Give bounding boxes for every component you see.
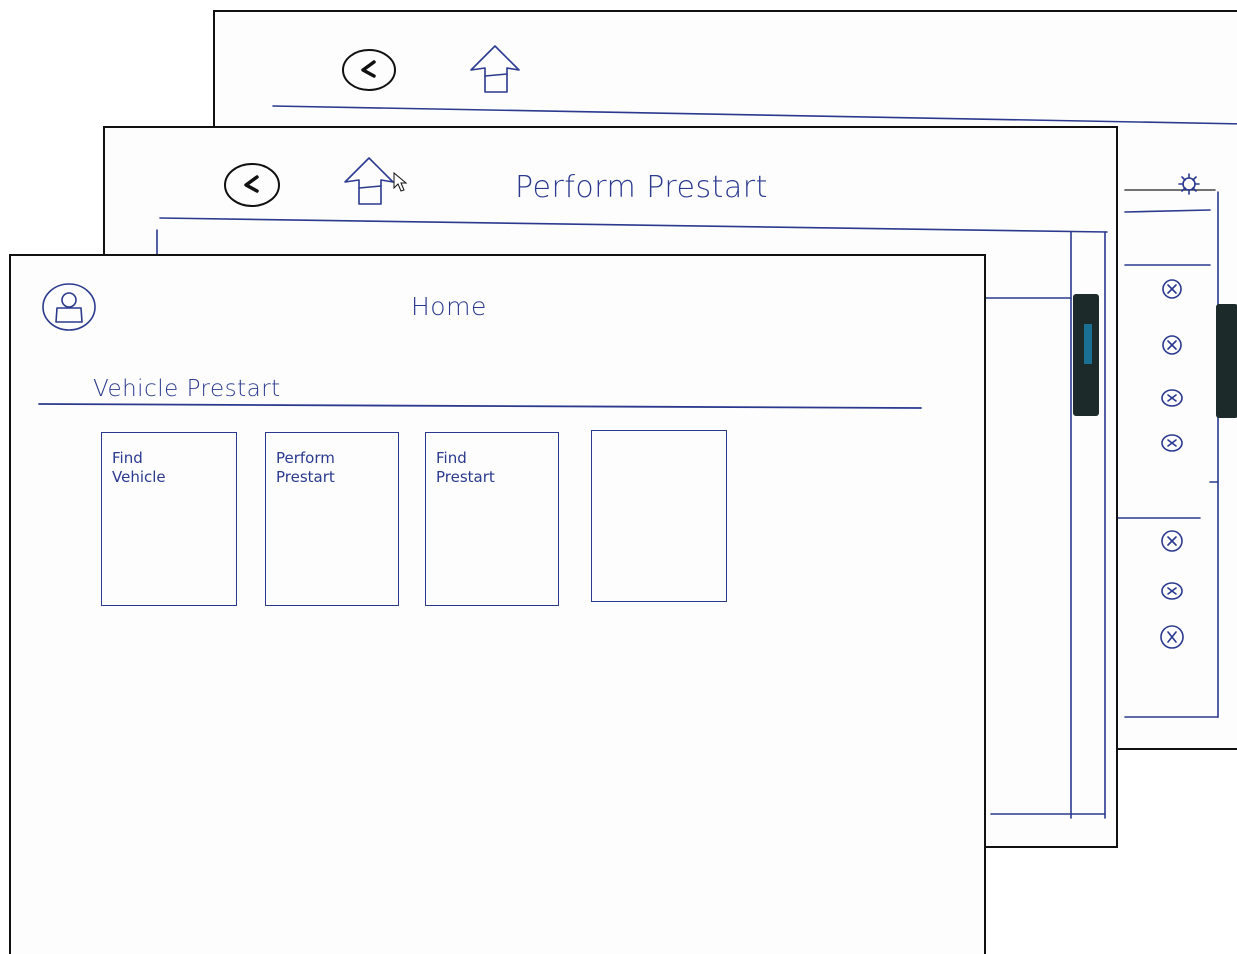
tile-perform-prestart[interactable]: Perform Prestart: [265, 432, 399, 606]
scrollbar-thumb-highlight: [1084, 324, 1092, 364]
close-circle-icon[interactable]: [1161, 278, 1183, 300]
close-circle-icon[interactable]: [1161, 432, 1183, 454]
close-circle-icon[interactable]: [1161, 334, 1183, 356]
tile-find-prestart[interactable]: Find Prestart: [425, 432, 559, 606]
scrollbar-thumb[interactable]: [1216, 304, 1237, 418]
close-circle-icon[interactable]: [1161, 580, 1183, 602]
tile-label: Find Vehicle: [112, 449, 166, 486]
tile-label: Perform Prestart: [276, 449, 335, 486]
home-screen: Home Vehicle Prestart Find Vehicle Perfo…: [9, 254, 986, 954]
close-circle-icon[interactable]: [1160, 625, 1184, 649]
tile-find-vehicle[interactable]: Find Vehicle: [101, 432, 237, 606]
close-circle-icon[interactable]: [1161, 530, 1183, 552]
tile-empty[interactable]: [591, 430, 727, 602]
close-circle-icon[interactable]: [1161, 387, 1183, 409]
gear-icon[interactable]: [1177, 172, 1201, 196]
tile-label: Find Prestart: [436, 449, 495, 486]
